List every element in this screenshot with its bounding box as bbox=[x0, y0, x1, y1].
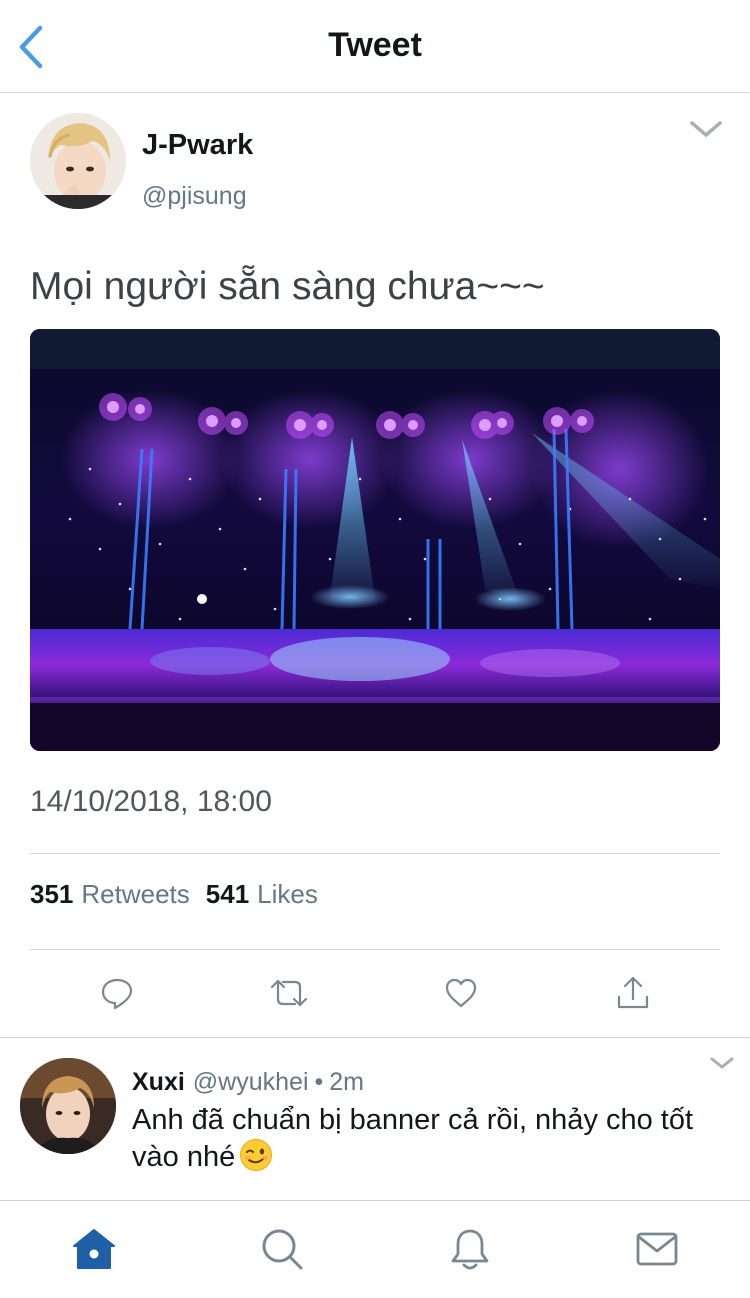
nav-bar: Tweet bbox=[0, 0, 750, 93]
author-avatar[interactable] bbox=[30, 113, 126, 209]
reply-text-block: Anh đã chuẩn bị banner cả rồi, nhảy cho … bbox=[132, 1102, 732, 1175]
reply-button[interactable] bbox=[95, 971, 139, 1015]
tweet-text: Mọi người sẵn sàng chưa~~~ bbox=[30, 265, 545, 308]
tweet-options-button[interactable] bbox=[688, 115, 724, 143]
like-icon bbox=[445, 978, 477, 1008]
chevron-down-icon bbox=[710, 1057, 734, 1069]
search-icon bbox=[262, 1229, 303, 1270]
author-handle[interactable]: @pjisung bbox=[142, 182, 247, 211]
tweet-timestamp: 14/10/2018, 18:00 bbox=[30, 785, 272, 818]
reply-header: Xuxi @wyukhei • 2m bbox=[132, 1068, 364, 1097]
divider bbox=[30, 853, 720, 854]
separator-dot: • bbox=[314, 1068, 324, 1096]
avatar-image bbox=[20, 1058, 116, 1154]
reply-avatar[interactable] bbox=[20, 1058, 116, 1154]
reply-time: 2m bbox=[329, 1068, 364, 1096]
winking-face-emoji-icon bbox=[240, 1139, 273, 1171]
tab-bar bbox=[0, 1200, 750, 1298]
messages-icon bbox=[636, 1232, 678, 1266]
reply-options-button[interactable] bbox=[708, 1052, 736, 1074]
retweets-label[interactable]: Retweets bbox=[81, 879, 189, 910]
page-title: Tweet bbox=[328, 26, 422, 64]
like-button[interactable] bbox=[439, 971, 483, 1015]
likes-label[interactable]: Likes bbox=[257, 879, 318, 910]
reply-author-name[interactable]: Xuxi bbox=[132, 1068, 185, 1097]
share-icon bbox=[617, 976, 649, 1009]
reply-author-handle[interactable]: @wyukhei bbox=[193, 1068, 309, 1097]
tab-search[interactable] bbox=[256, 1223, 308, 1275]
reply-icon bbox=[101, 978, 133, 1010]
reply-text: Anh đã chuẩn bị banner cả rồi, nhảy cho … bbox=[132, 1104, 694, 1173]
retweet-button[interactable] bbox=[267, 971, 311, 1015]
reply-tweet[interactable]: Xuxi @wyukhei • 2m Anh đã chuẩn bị banne… bbox=[0, 1038, 750, 1200]
share-button[interactable] bbox=[611, 971, 655, 1015]
notifications-icon bbox=[451, 1229, 489, 1270]
tweet-stats: 351 Retweets 541 Likes bbox=[30, 879, 334, 910]
home-icon bbox=[73, 1229, 115, 1269]
retweet-icon bbox=[270, 979, 308, 1007]
author-name[interactable]: J-Pwark bbox=[142, 129, 253, 162]
chevron-down-icon bbox=[690, 121, 722, 137]
divider bbox=[30, 949, 720, 950]
avatar-image bbox=[30, 113, 126, 209]
tweet-actions bbox=[0, 971, 750, 1017]
tab-notifications[interactable] bbox=[444, 1223, 496, 1275]
stage-photo bbox=[30, 329, 720, 751]
tab-messages[interactable] bbox=[631, 1223, 683, 1275]
retweets-count[interactable]: 351 bbox=[30, 879, 73, 910]
likes-count[interactable]: 541 bbox=[206, 879, 249, 910]
tab-home[interactable] bbox=[68, 1223, 120, 1275]
tweet-media-image[interactable] bbox=[30, 329, 720, 751]
